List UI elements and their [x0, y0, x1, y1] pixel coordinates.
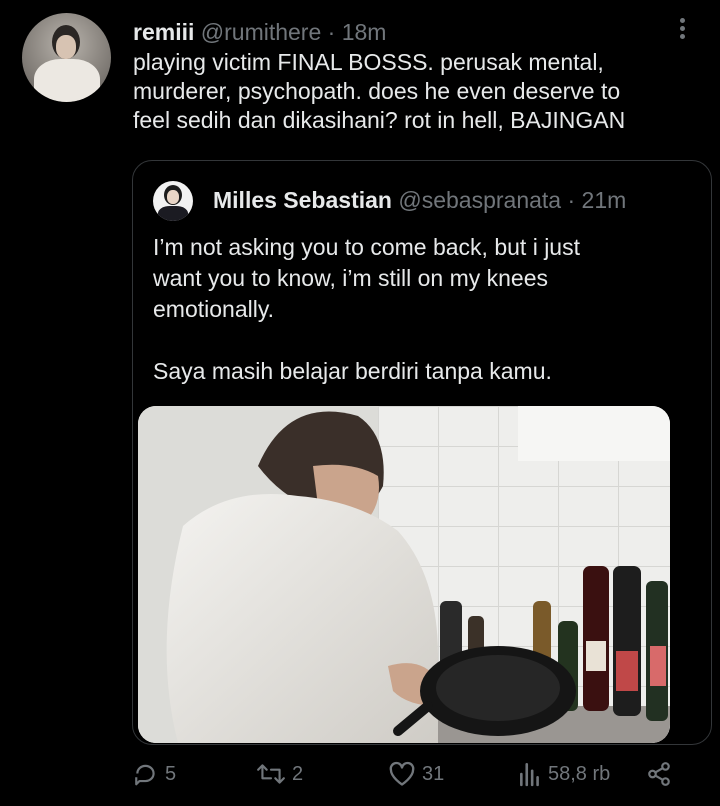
quoted-header: Milles Sebastian @sebaspranata · 21m [213, 186, 626, 214]
avatar-figure-face [56, 35, 76, 59]
retweet-count: 2 [292, 762, 304, 785]
quoted-author-avatar[interactable] [153, 181, 193, 221]
author-avatar[interactable] [22, 13, 111, 102]
quoted-media-photo[interactable] [138, 406, 670, 743]
tweet-header: remiii @rumithere · 18m [133, 18, 386, 46]
quoted-text: I’m not asking you to come back, but i j… [153, 234, 580, 384]
views-button[interactable]: 58,8 rb [518, 756, 610, 792]
quoted-avatar-face [167, 190, 179, 204]
views-count: 58,8 rb [548, 762, 611, 785]
quoted-author-name[interactable]: Milles Sebastian [213, 187, 392, 213]
like-button[interactable]: 31 [388, 756, 444, 792]
quoted-tweet[interactable]: Milles Sebastian @sebaspranata · 21m I’m… [132, 160, 712, 745]
avatar-figure-body [34, 59, 100, 102]
tweet-text: playing victim FINAL BOSSS. perusak ment… [133, 49, 626, 133]
reply-icon [135, 764, 155, 786]
more-icon[interactable] [676, 16, 688, 44]
like-count: 31 [422, 762, 445, 785]
reply-count: 5 [165, 762, 177, 785]
views-icon [520, 762, 539, 787]
retweet-button[interactable]: 2 [256, 756, 303, 792]
quoted-time-separator: · [561, 187, 582, 213]
share-icon [648, 762, 670, 786]
quoted-author-handle[interactable]: @sebaspranata [398, 187, 561, 213]
quoted-time[interactable]: 21m [582, 187, 627, 213]
author-handle[interactable]: @rumithere [201, 19, 322, 45]
quoted-avatar-suit [158, 206, 188, 221]
reply-button[interactable]: 5 [133, 756, 176, 792]
tweet-actions: 5 2 31 58,8 rb [0, 756, 720, 796]
time-separator: · [321, 19, 342, 45]
tweet[interactable]: remiii @rumithere · 18m playing victim F… [0, 0, 720, 806]
heart-icon [389, 761, 415, 786]
author-name[interactable]: remiii [133, 19, 194, 45]
retweet-icon [257, 764, 285, 784]
kitchen-photo [138, 406, 670, 743]
tweet-time[interactable]: 18m [342, 19, 387, 45]
share-button[interactable] [646, 756, 672, 792]
